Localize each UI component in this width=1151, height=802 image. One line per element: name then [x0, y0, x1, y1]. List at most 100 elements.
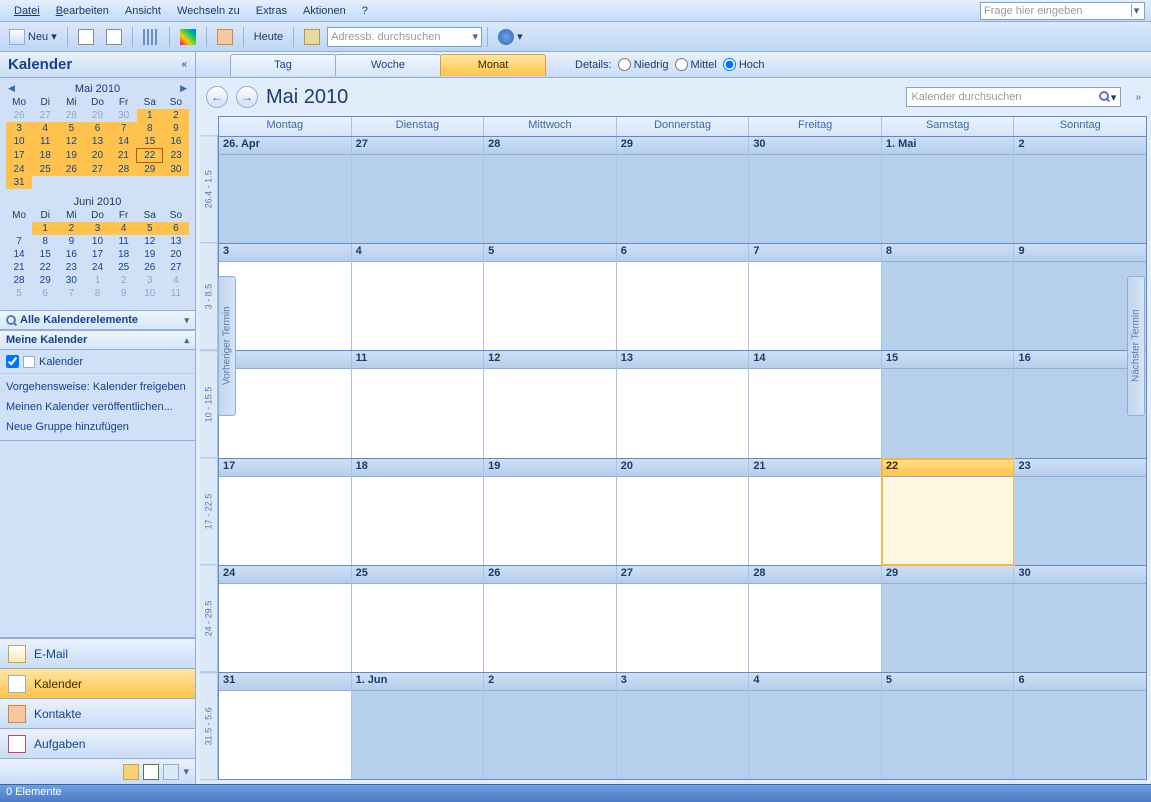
mini-day[interactable]: 9 [111, 287, 137, 300]
day-body[interactable] [1014, 584, 1146, 672]
day-body[interactable] [219, 691, 351, 779]
calendar-checkbox[interactable] [6, 355, 19, 368]
mini-day[interactable]: 24 [84, 261, 110, 274]
day-body[interactable] [352, 262, 484, 350]
day-cell[interactable]: 26. Apr [219, 137, 352, 243]
day-cell[interactable]: 17 [219, 459, 352, 565]
day-cell[interactable]: 2 [484, 673, 617, 779]
day-cell[interactable]: 28 [749, 566, 882, 672]
nav-kontakte[interactable]: Kontakte [0, 698, 195, 728]
mini-day[interactable]: 24 [6, 163, 32, 177]
shortcuts-icon[interactable] [163, 764, 179, 780]
day-body[interactable] [749, 262, 881, 350]
day-body[interactable] [882, 155, 1014, 243]
day-body[interactable] [219, 369, 351, 457]
day-cell[interactable]: 3 [219, 244, 352, 350]
mini-day[interactable]: 22 [32, 261, 58, 274]
mini-day[interactable] [6, 222, 32, 235]
day-body[interactable] [484, 369, 616, 457]
mini-day[interactable]: 16 [58, 248, 84, 261]
day-cell[interactable]: 13 [617, 351, 750, 457]
mini-day[interactable]: 25 [111, 261, 137, 274]
collapse-sidebar-icon[interactable]: « [181, 59, 187, 70]
week-label[interactable]: 3 - 8.5 [200, 242, 218, 350]
mini-day[interactable]: 13 [84, 135, 110, 149]
day-cell[interactable]: 4 [749, 673, 882, 779]
mini-day[interactable] [58, 176, 84, 189]
mini-day[interactable] [84, 176, 110, 189]
mini-day[interactable]: 15 [32, 248, 58, 261]
week-label[interactable]: 31.5 - 5.6 [200, 672, 218, 780]
mini-day[interactable]: 26 [6, 109, 32, 122]
addressbook-button[interactable] [299, 26, 325, 48]
categories-button[interactable] [175, 26, 201, 48]
day-cell[interactable]: 7 [749, 244, 882, 350]
mini-day[interactable]: 22 [137, 149, 163, 163]
day-body[interactable] [352, 584, 484, 672]
mini-day[interactable]: 12 [58, 135, 84, 149]
mini-day[interactable]: 29 [84, 109, 110, 122]
mini-day[interactable]: 3 [84, 222, 110, 235]
day-body[interactable] [882, 584, 1014, 672]
mini-day[interactable]: 27 [84, 163, 110, 177]
day-body[interactable] [352, 155, 484, 243]
nav-kalender[interactable]: Kalender [0, 668, 195, 698]
day-cell[interactable]: 10 [219, 351, 352, 457]
mini-day[interactable]: 14 [111, 135, 137, 149]
print-preview-button[interactable] [101, 26, 127, 48]
day-body[interactable] [749, 691, 881, 779]
day-body[interactable] [219, 584, 351, 672]
mini-day[interactable]: 2 [163, 109, 189, 122]
next-month-button[interactable]: → [236, 86, 258, 108]
mini-day[interactable]: 6 [163, 222, 189, 235]
nav-config-icon[interactable]: ▾ [183, 765, 189, 778]
new-button[interactable]: Neu▾ [4, 26, 62, 48]
mini-day[interactable]: 11 [163, 287, 189, 300]
detail-low[interactable]: Niedrig [618, 58, 669, 71]
menu-ansicht[interactable]: Ansicht [117, 3, 169, 19]
mini-day[interactable]: 16 [163, 135, 189, 149]
day-cell[interactable]: 30 [1014, 566, 1146, 672]
mini-day[interactable]: 5 [58, 122, 84, 135]
mini-day[interactable]: 26 [58, 163, 84, 177]
mini-day[interactable]: 10 [6, 135, 32, 149]
day-cell[interactable]: 29 [617, 137, 750, 243]
calendar-search-input[interactable]: Kalender durchsuchen ▾ [906, 87, 1121, 107]
day-cell[interactable]: 20 [617, 459, 750, 565]
chevron-up-icon[interactable]: ▴ [184, 335, 189, 346]
day-cell[interactable]: 11 [352, 351, 485, 457]
mini-day[interactable]: 21 [111, 149, 137, 163]
day-cell[interactable]: 5 [882, 673, 1015, 779]
my-calendars-header[interactable]: Meine Kalender ▴ [0, 330, 195, 350]
prev-month-button[interactable]: ← [206, 86, 228, 108]
day-body[interactable] [617, 155, 749, 243]
day-cell[interactable]: 27 [352, 137, 485, 243]
today-button[interactable]: Heute [249, 26, 288, 48]
mini-day[interactable]: 9 [163, 122, 189, 135]
day-body[interactable] [484, 584, 616, 672]
mini-day[interactable]: 18 [111, 248, 137, 261]
day-body[interactable] [617, 262, 749, 350]
mini-day[interactable]: 7 [111, 122, 137, 135]
day-body[interactable] [1014, 477, 1146, 565]
day-body[interactable] [352, 691, 484, 779]
mini-day[interactable]: 10 [84, 235, 110, 248]
day-cell[interactable]: 30 [749, 137, 882, 243]
day-cell[interactable]: 8 [882, 244, 1015, 350]
mini-day[interactable]: 12 [137, 235, 163, 248]
menu-bearbeiten[interactable]: Bearbeiten [48, 3, 117, 19]
mini-day[interactable]: 17 [6, 149, 32, 163]
mini-day[interactable]: 2 [58, 222, 84, 235]
day-body[interactable] [352, 477, 484, 565]
calendar-checkbox-item[interactable]: Kalender [6, 353, 189, 370]
day-cell[interactable]: 26 [484, 566, 617, 672]
mini-day[interactable]: 4 [111, 222, 137, 235]
mini-day[interactable]: 10 [137, 287, 163, 300]
mini-day[interactable]: 5 [6, 287, 32, 300]
day-cell[interactable]: 4 [352, 244, 485, 350]
mini-day[interactable]: 8 [84, 287, 110, 300]
mini-day[interactable]: 20 [163, 248, 189, 261]
week-label[interactable]: 26.4 - 1.5 [200, 135, 218, 243]
mini-day[interactable]: 20 [84, 149, 110, 163]
day-cell[interactable]: 1. Mai [882, 137, 1015, 243]
